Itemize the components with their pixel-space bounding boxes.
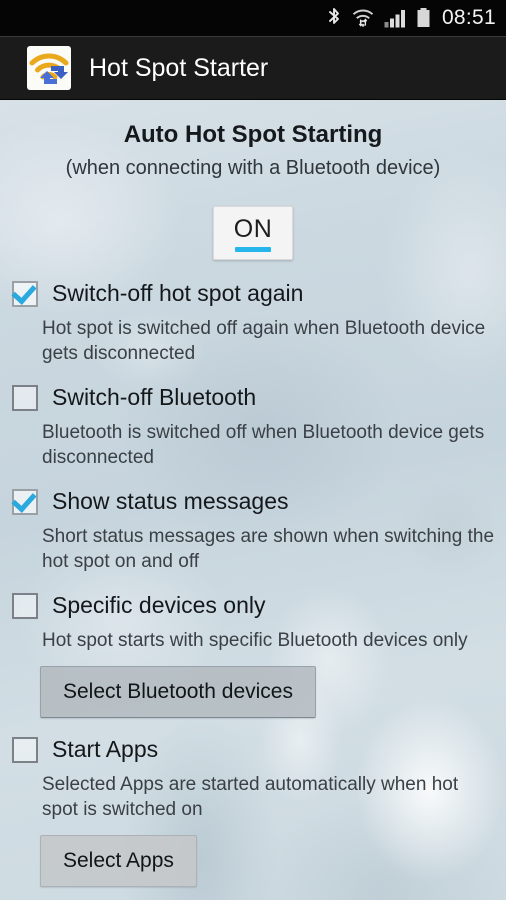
option-description: Hot spot starts with specific Bluetooth … bbox=[42, 630, 468, 651]
option-label: Start Apps bbox=[52, 736, 159, 762]
toggle-active-indicator bbox=[235, 247, 271, 252]
option-switch-off-bluetooth: Switch-off Bluetooth Bluetooth is switch… bbox=[0, 382, 506, 470]
option-label: Switch-off Bluetooth bbox=[52, 384, 257, 410]
option-start-apps: Start Apps Selected Apps are started aut… bbox=[0, 734, 506, 887]
option-description: Selected Apps are started automatically … bbox=[42, 774, 459, 820]
checkbox-specific-devices-only[interactable] bbox=[12, 592, 38, 619]
option-description: Hot spot is switched off again when Blue… bbox=[42, 318, 486, 364]
phone-screen: 08:51 Hot Spot Starter Auto Hot Spot Sta… bbox=[0, 0, 506, 900]
status-bar: 08:51 bbox=[0, 0, 506, 36]
wifi-icon bbox=[351, 7, 375, 29]
checkbox-start-apps[interactable] bbox=[12, 736, 38, 763]
option-description: Bluetooth is switched off when Bluetooth… bbox=[42, 422, 485, 468]
option-description: Short status messages are shown when swi… bbox=[42, 526, 495, 572]
checkbox-switch-off-bluetooth[interactable] bbox=[12, 384, 38, 411]
option-show-status-messages: Show status messages Short status messag… bbox=[0, 486, 506, 574]
app-title: Hot Spot Starter bbox=[89, 53, 269, 82]
row-spacer bbox=[0, 366, 506, 382]
cellular-signal-icon bbox=[384, 8, 407, 28]
page-subtitle: (when connecting with a Bluetooth device… bbox=[65, 157, 441, 179]
option-switch-off-hot-spot-again: Switch-off hot spot again Hot spot is sw… bbox=[0, 278, 506, 366]
row-spacer bbox=[0, 718, 506, 734]
page-title: Auto Hot Spot Starting bbox=[123, 121, 383, 148]
option-label: Specific devices only bbox=[52, 592, 266, 618]
checkbox-switch-off-hot-spot-again[interactable] bbox=[12, 280, 38, 307]
option-specific-devices-only: Specific devices only Hot spot starts wi… bbox=[0, 590, 506, 718]
option-label: Switch-off hot spot again bbox=[52, 280, 304, 306]
option-row[interactable]: Switch-off Bluetooth bbox=[0, 384, 506, 411]
select-apps-button[interactable]: Select Apps bbox=[40, 835, 197, 887]
checkbox-show-status-messages[interactable] bbox=[12, 488, 38, 515]
option-row[interactable]: Start Apps bbox=[0, 736, 506, 763]
option-row[interactable]: Switch-off hot spot again bbox=[0, 280, 506, 307]
row-spacer bbox=[0, 470, 506, 486]
options-list: Switch-off hot spot again Hot spot is sw… bbox=[0, 278, 506, 887]
toggle-container: ON bbox=[0, 206, 506, 260]
action-bar: Hot Spot Starter bbox=[0, 36, 506, 100]
main-content: Auto Hot Spot Starting (when connecting … bbox=[0, 100, 506, 900]
toggle-state-label: ON bbox=[233, 215, 273, 243]
auto-hotspot-toggle-button[interactable]: ON bbox=[213, 206, 293, 260]
row-spacer bbox=[0, 574, 506, 590]
option-row[interactable]: Show status messages bbox=[0, 488, 506, 515]
battery-icon bbox=[416, 7, 431, 29]
bluetooth-icon bbox=[327, 7, 342, 29]
hotspot-app-icon bbox=[27, 46, 71, 90]
select-bluetooth-devices-button[interactable]: Select Bluetooth devices bbox=[40, 666, 316, 718]
option-row[interactable]: Specific devices only bbox=[0, 592, 506, 619]
status-bar-clock: 08:51 bbox=[441, 6, 496, 29]
option-label: Show status messages bbox=[52, 488, 289, 514]
